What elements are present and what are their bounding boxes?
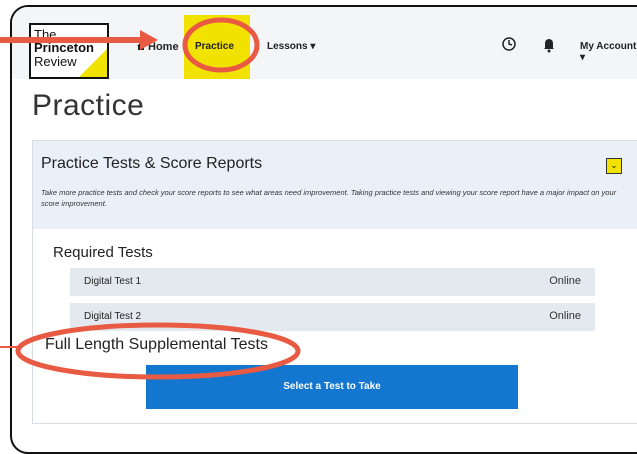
test-status: Online xyxy=(549,310,581,322)
chevron-down-icon[interactable]: ⌄ xyxy=(606,158,622,174)
table-row[interactable]: Digital Test 2 Online xyxy=(70,303,595,331)
test-name[interactable]: Digital Test 1 xyxy=(84,276,141,287)
logo-yellow-corner xyxy=(79,49,107,77)
test-name[interactable]: Digital Test 2 xyxy=(84,311,141,322)
clock-icon[interactable] xyxy=(502,37,516,51)
princeton-review-logo[interactable]: The Princeton Review xyxy=(29,23,109,79)
nav-practice-label[interactable]: Practice xyxy=(195,41,234,52)
home-icon[interactable] xyxy=(136,41,146,51)
table-row[interactable]: Digital Test 1 Online xyxy=(70,268,595,296)
top-header: The Princeton Review Home Practice Lesso… xyxy=(12,7,637,79)
card-description: Take more practice tests and check your … xyxy=(41,188,617,208)
nav-home-link[interactable]: Home xyxy=(148,41,179,53)
nav-lessons-dropdown[interactable]: Lessons ▾ xyxy=(267,41,315,52)
test-status: Online xyxy=(549,275,581,287)
card-header: Practice Tests & Score Reports ⌄ Take mo… xyxy=(33,141,637,229)
supplemental-tests-heading: Full Length Supplemental Tests xyxy=(45,336,268,353)
practice-tests-card: Practice Tests & Score Reports ⌄ Take mo… xyxy=(32,140,637,424)
app-window: The Princeton Review Home Practice Lesso… xyxy=(10,5,637,454)
logo-line-3: Review xyxy=(34,54,77,69)
page-title: Practice xyxy=(32,89,145,122)
select-test-button[interactable]: Select a Test to Take xyxy=(146,365,518,409)
card-title: Practice Tests & Score Reports xyxy=(41,155,263,172)
required-tests-heading: Required Tests xyxy=(53,244,153,261)
main-nav: Home Practice Lessons ▾ My Account ▾ xyxy=(122,7,637,79)
bell-icon[interactable] xyxy=(542,37,556,53)
my-account-dropdown[interactable]: My Account ▾ xyxy=(580,41,637,63)
